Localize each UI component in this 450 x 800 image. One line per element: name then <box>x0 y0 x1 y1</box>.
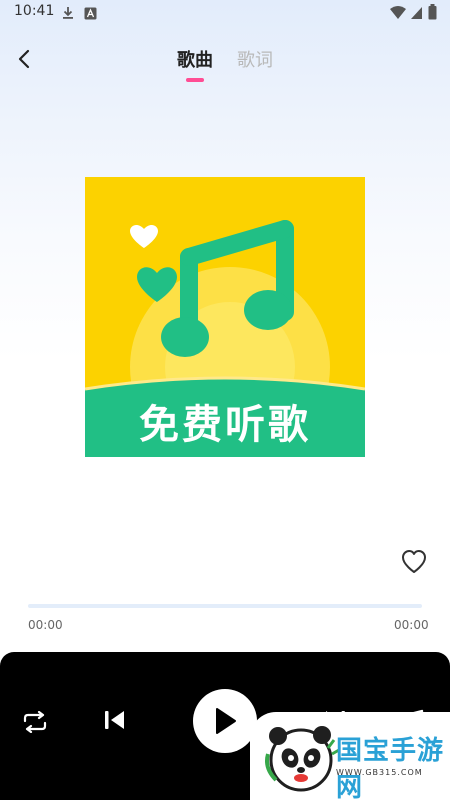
heart-outline-icon <box>402 550 426 573</box>
cover-banner-text: 免费听歌 <box>139 402 311 448</box>
previous-icon <box>105 711 124 729</box>
download-icon <box>61 5 75 19</box>
a-notification-icon <box>84 5 98 20</box>
repeat-button[interactable] <box>22 709 48 735</box>
status-bar: 10:41 <box>0 0 450 26</box>
play-icon <box>216 708 236 734</box>
wifi-icon <box>390 5 406 24</box>
tab-lyrics[interactable]: 歌词 <box>237 46 273 72</box>
signal-icon <box>410 5 423 24</box>
tab-bar: 歌曲 歌词 <box>0 46 450 86</box>
battery-icon <box>428 4 437 24</box>
watermark: 国宝手游网 WWW.GB315.COM <box>250 712 450 800</box>
tab-song[interactable]: 歌曲 <box>177 46 213 72</box>
tab-active-indicator <box>186 78 204 82</box>
progress-bar[interactable] <box>28 604 422 608</box>
watermark-brand: 国宝手游网 <box>336 736 445 800</box>
status-time: 10:41 <box>14 3 55 19</box>
album-cover: 免费听歌 <box>85 177 365 457</box>
music-player-screen: 10:41 歌曲 歌词 免费听歌 00:00 00:00 国宝手游网 WWW.G… <box>0 0 450 800</box>
previous-button[interactable] <box>104 709 126 731</box>
favorite-button[interactable] <box>400 548 428 576</box>
repeat-icon <box>23 711 47 733</box>
total-time: 00:00 <box>394 618 429 632</box>
current-time: 00:00 <box>28 618 63 632</box>
panda-logo-icon <box>265 726 340 792</box>
watermark-url: WWW.GB315.COM <box>336 768 423 777</box>
play-button[interactable] <box>193 689 257 753</box>
